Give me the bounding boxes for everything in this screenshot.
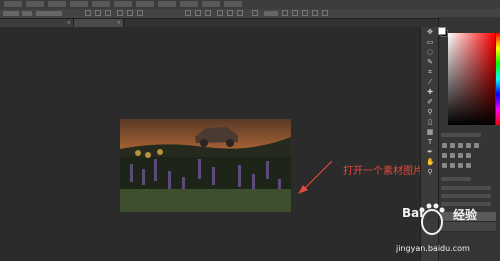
eyedropper-tool-icon[interactable]: ⁄ bbox=[426, 79, 434, 86]
auto-align-icon[interactable] bbox=[252, 10, 258, 16]
pen-tool-icon[interactable]: ✒ bbox=[426, 149, 434, 156]
menu-help[interactable] bbox=[224, 1, 242, 7]
opened-photo[interactable] bbox=[120, 119, 291, 212]
3d-slide-icon[interactable] bbox=[312, 10, 318, 16]
distribute-top-icon[interactable] bbox=[185, 10, 191, 16]
align-middle-icon[interactable] bbox=[95, 10, 101, 16]
3d-mode-label bbox=[264, 11, 278, 16]
exposure-icon[interactable] bbox=[466, 143, 471, 148]
layers-panel-header bbox=[441, 177, 471, 181]
arrow-annotation-icon bbox=[298, 160, 333, 194]
crop-tool-icon[interactable]: ⌗ bbox=[426, 69, 434, 76]
menu-3d[interactable] bbox=[158, 1, 176, 7]
distribute-bottom-icon[interactable] bbox=[205, 10, 211, 16]
marquee-tool-icon[interactable]: ▭ bbox=[426, 39, 434, 46]
brush-tool-icon[interactable]: ✐ bbox=[426, 99, 434, 106]
levels-icon[interactable] bbox=[450, 143, 455, 148]
foreground-color-swatch[interactable] bbox=[438, 27, 446, 35]
options-bar bbox=[0, 9, 500, 19]
document-tab-active[interactable]: × bbox=[74, 19, 124, 27]
curves-icon[interactable] bbox=[458, 143, 463, 148]
menu-filter[interactable] bbox=[136, 1, 154, 7]
gradient-map-icon[interactable] bbox=[466, 163, 471, 168]
lasso-tool-icon[interactable]: ◌ bbox=[426, 49, 434, 56]
align-center-icon[interactable] bbox=[127, 10, 133, 16]
layers-kind-filter[interactable] bbox=[441, 186, 491, 190]
menu-image[interactable] bbox=[48, 1, 66, 7]
hue-saturation-icon[interactable] bbox=[442, 153, 447, 158]
3d-roll-icon[interactable] bbox=[292, 10, 298, 16]
type-tool-icon[interactable]: T bbox=[426, 139, 434, 146]
hand-tool-icon[interactable]: ✋ bbox=[426, 159, 435, 166]
menu-file[interactable] bbox=[4, 1, 22, 7]
menu-edit[interactable] bbox=[26, 1, 44, 7]
gradient-tool-icon[interactable]: ▦ bbox=[426, 129, 434, 136]
adjustments-panel-header bbox=[441, 133, 481, 137]
distribute-right-icon[interactable] bbox=[237, 10, 243, 16]
color-picker-field[interactable] bbox=[448, 33, 495, 125]
hue-slider[interactable] bbox=[496, 33, 500, 125]
document-tab-bar: × × bbox=[0, 19, 500, 27]
distribute-middle-icon[interactable] bbox=[195, 10, 201, 16]
posterize-icon[interactable] bbox=[450, 163, 455, 168]
black-white-icon[interactable] bbox=[458, 153, 463, 158]
menu-bar bbox=[0, 0, 500, 9]
threshold-icon[interactable] bbox=[458, 163, 463, 168]
align-bottom-icon[interactable] bbox=[105, 10, 111, 16]
3d-pan-icon[interactable] bbox=[302, 10, 308, 16]
close-icon[interactable]: × bbox=[67, 20, 71, 26]
invert-icon[interactable] bbox=[442, 163, 447, 168]
menu-view[interactable] bbox=[180, 1, 198, 7]
vibrance-icon[interactable] bbox=[474, 143, 479, 148]
menu-type[interactable] bbox=[92, 1, 110, 7]
quick-select-tool-icon[interactable]: ✎ bbox=[426, 59, 434, 66]
align-top-icon[interactable] bbox=[85, 10, 91, 16]
annotation-text: 打开一个素材图片 bbox=[343, 166, 423, 177]
watermark-brand: Bai bbox=[402, 206, 424, 220]
watermark-brand-suffix: 经验 bbox=[453, 208, 478, 222]
layer-dropdown[interactable] bbox=[22, 11, 32, 16]
clone-stamp-tool-icon[interactable]: ⚲ bbox=[426, 109, 434, 116]
brightness-icon[interactable] bbox=[442, 143, 447, 148]
zoom-tool-icon[interactable]: ⚲ bbox=[426, 169, 434, 176]
transform-controls-option[interactable] bbox=[36, 11, 62, 16]
photo-filter-icon[interactable] bbox=[466, 153, 471, 158]
menu-window[interactable] bbox=[202, 1, 220, 7]
distribute-left-icon[interactable] bbox=[217, 10, 223, 16]
eraser-tool-icon[interactable]: ▯ bbox=[426, 119, 434, 126]
align-right-icon[interactable] bbox=[137, 10, 143, 16]
move-tool-icon[interactable]: ✥ bbox=[426, 29, 434, 36]
align-left-icon[interactable] bbox=[117, 10, 123, 16]
3d-scale-icon[interactable] bbox=[322, 10, 328, 16]
blend-mode-dropdown[interactable] bbox=[441, 194, 491, 198]
auto-select-option[interactable] bbox=[3, 11, 19, 16]
menu-select[interactable] bbox=[114, 1, 132, 7]
menu-layer[interactable] bbox=[70, 1, 88, 7]
distribute-center-icon[interactable] bbox=[227, 10, 233, 16]
watermark-url: jingyan.baidu.com bbox=[396, 244, 470, 253]
document-tab[interactable]: × bbox=[0, 19, 74, 27]
healing-brush-tool-icon[interactable]: ✚ bbox=[426, 89, 434, 96]
color-balance-icon[interactable] bbox=[450, 153, 455, 158]
close-icon[interactable]: × bbox=[117, 20, 121, 26]
3d-rotate-icon[interactable] bbox=[282, 10, 288, 16]
